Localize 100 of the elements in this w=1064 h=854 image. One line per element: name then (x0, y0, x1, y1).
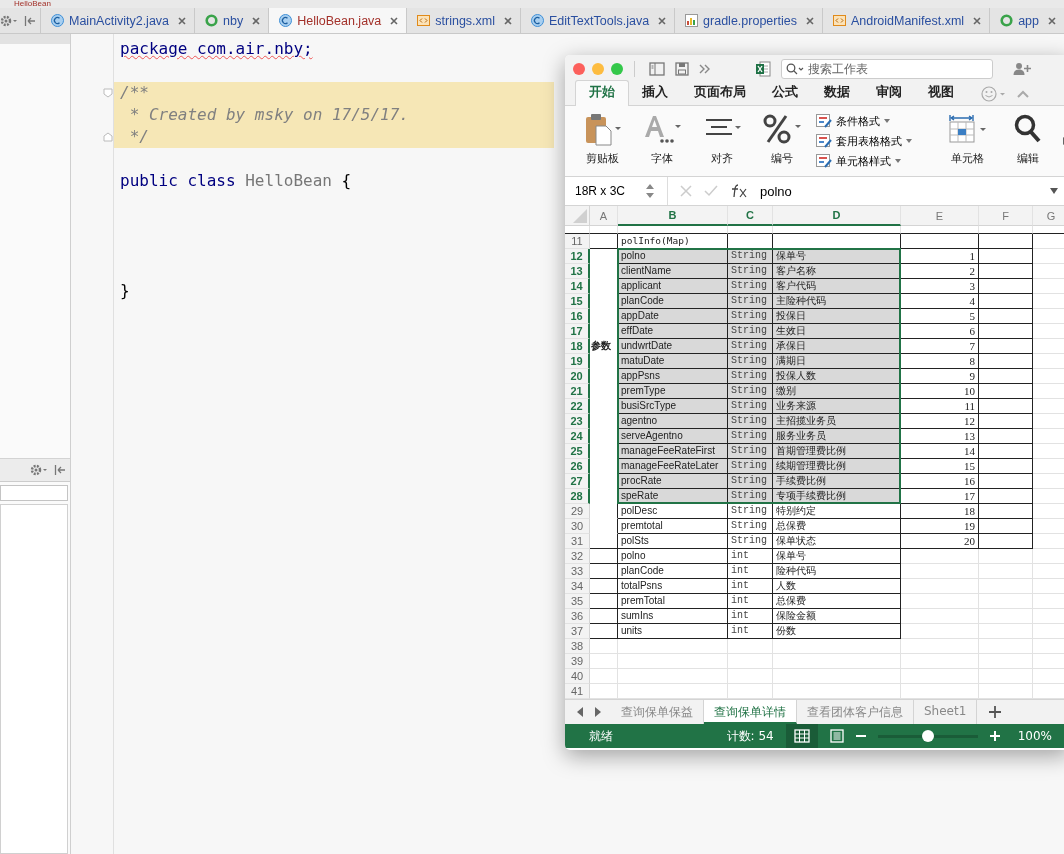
chevron-icon[interactable] (699, 63, 711, 75)
table-cell: 参数 (590, 339, 618, 354)
ribbon-tab[interactable]: 插入 (629, 81, 681, 105)
editor-tab[interactable]: HelloBean.java (269, 8, 408, 33)
row-number[interactable]: 32 (565, 549, 590, 564)
add-person-icon[interactable] (1013, 62, 1031, 76)
editor-tab[interactable]: app (990, 8, 1064, 33)
ribbon-tab[interactable]: 开始 (575, 80, 629, 106)
row-number[interactable]: 13 (565, 264, 590, 279)
ribbon-menu-button[interactable]: 套用表格格式 (815, 133, 912, 149)
editor-tab[interactable]: MainActivity2.java (41, 8, 196, 33)
stepper-icon[interactable] (645, 182, 655, 200)
ribbon-tab[interactable]: 公式 (759, 81, 811, 105)
sheet-tab[interactable]: 查询保单详情 (704, 700, 797, 724)
formula-text[interactable]: polno (760, 183, 792, 199)
settings-icon[interactable] (0, 14, 18, 27)
row-number[interactable]: 19 (565, 354, 590, 369)
close-button[interactable] (573, 63, 585, 75)
ribbon-button[interactable]: 字体 (632, 106, 693, 176)
row-number[interactable]: 16 (565, 309, 590, 324)
ribbon-button[interactable]: 剪贴板 (573, 106, 633, 176)
normal-view-button[interactable] (785, 724, 818, 748)
settings-icon[interactable] (30, 464, 48, 476)
row-number[interactable]: 28 (565, 489, 590, 504)
ribbon-tab[interactable]: 审阅 (863, 81, 915, 105)
ribbon-button[interactable]: 对齐 (692, 106, 752, 176)
row-number[interactable]: 33 (565, 564, 590, 579)
column-header[interactable]: E (901, 206, 979, 226)
editor-tab[interactable]: gradle.properties (675, 8, 823, 33)
ribbon-button[interactable]: 编辑 (998, 106, 1059, 176)
ribbon-menu-button[interactable]: 条件格式 (815, 113, 890, 129)
sidebar-icon[interactable] (649, 62, 665, 76)
grid-icon (793, 729, 810, 743)
column-header[interactable]: G (1033, 206, 1064, 226)
close-icon[interactable] (390, 16, 399, 25)
column-header[interactable]: B (618, 206, 728, 226)
close-icon[interactable] (658, 16, 667, 25)
row-number[interactable]: 25 (565, 444, 590, 459)
close-icon[interactable] (805, 16, 814, 25)
close-icon[interactable] (973, 16, 982, 25)
ribbon-button[interactable]: 编号 (751, 106, 812, 176)
row-number[interactable]: 40 (565, 669, 590, 684)
row-number[interactable]: 21 (565, 384, 590, 399)
row-number[interactable]: 35 (565, 594, 590, 609)
row-number[interactable]: 22 (565, 399, 590, 414)
slider-thumb[interactable] (921, 729, 934, 742)
row-number[interactable]: 14 (565, 279, 590, 294)
row-number[interactable]: 38 (565, 639, 590, 654)
ribbon-menu-button[interactable]: 单元格样式 (815, 153, 901, 169)
row-number[interactable]: 23 (565, 414, 590, 429)
ribbon-tab[interactable]: 视图 (915, 81, 967, 105)
row-number[interactable]: 12 (565, 249, 590, 264)
code-line: } (120, 281, 130, 300)
row-number[interactable]: 18 (565, 339, 590, 354)
column-header[interactable]: A (590, 206, 618, 226)
editor-tab[interactable]: strings.xml (407, 8, 522, 33)
row-number[interactable]: 30 (565, 519, 590, 534)
row-number[interactable]: 17 (565, 324, 590, 339)
previous-sheet-icon[interactable] (575, 706, 585, 718)
column-header[interactable]: F (979, 206, 1033, 226)
row-number[interactable]: 37 (565, 624, 590, 639)
pin-icon[interactable] (24, 14, 36, 27)
row-number[interactable]: 11 (565, 234, 590, 249)
row-number[interactable]: 31 (565, 534, 590, 549)
page-layout-icon[interactable] (829, 729, 844, 743)
ribbon-button[interactable]: 单元格 (936, 106, 999, 176)
zoom-in-icon[interactable] (989, 731, 1000, 741)
row-number[interactable]: 15 (565, 294, 590, 309)
row-number[interactable]: 27 (565, 474, 590, 489)
row-number[interactable]: 26 (565, 459, 590, 474)
ribbon-tab[interactable]: 数据 (811, 81, 863, 105)
save-icon[interactable] (675, 62, 689, 76)
name-box[interactable]: 18R x 3C (565, 184, 633, 198)
row-number[interactable]: 20 (565, 369, 590, 384)
close-icon[interactable] (1048, 16, 1056, 25)
column-header[interactable]: C (728, 206, 773, 226)
row-number[interactable]: 39 (565, 654, 590, 669)
collapse-icon[interactable] (1017, 89, 1029, 99)
column-header[interactable]: D (773, 206, 901, 226)
next-sheet-icon[interactable] (593, 706, 603, 718)
smiley-icon[interactable] (981, 86, 1007, 102)
close-icon[interactable] (504, 16, 513, 25)
search-field[interactable]: 搜索工作表 (781, 59, 993, 79)
check-icon[interactable] (704, 185, 718, 197)
add-sheet-icon[interactable] (989, 706, 1002, 718)
close-icon[interactable] (178, 16, 187, 25)
function-icon[interactable] (730, 184, 748, 198)
ribbon-tab[interactable]: 页面布局 (681, 81, 759, 105)
row-number[interactable]: 29 (565, 504, 590, 519)
pin-icon[interactable] (54, 464, 66, 476)
row-number[interactable]: 34 (565, 579, 590, 594)
editor-tab[interactable]: AndroidManifest.xml (822, 8, 991, 33)
editor-tab[interactable]: EditTextTools.java (521, 8, 676, 33)
input-field[interactable] (0, 485, 68, 501)
row-number[interactable]: 36 (565, 609, 590, 624)
dropdown-icon[interactable] (1050, 188, 1058, 194)
row-number[interactable]: 24 (565, 429, 590, 444)
breadcrumb[interactable]: HelloBean (14, 0, 51, 8)
row-number[interactable]: 41 (565, 684, 590, 699)
close-icon[interactable] (252, 16, 261, 25)
